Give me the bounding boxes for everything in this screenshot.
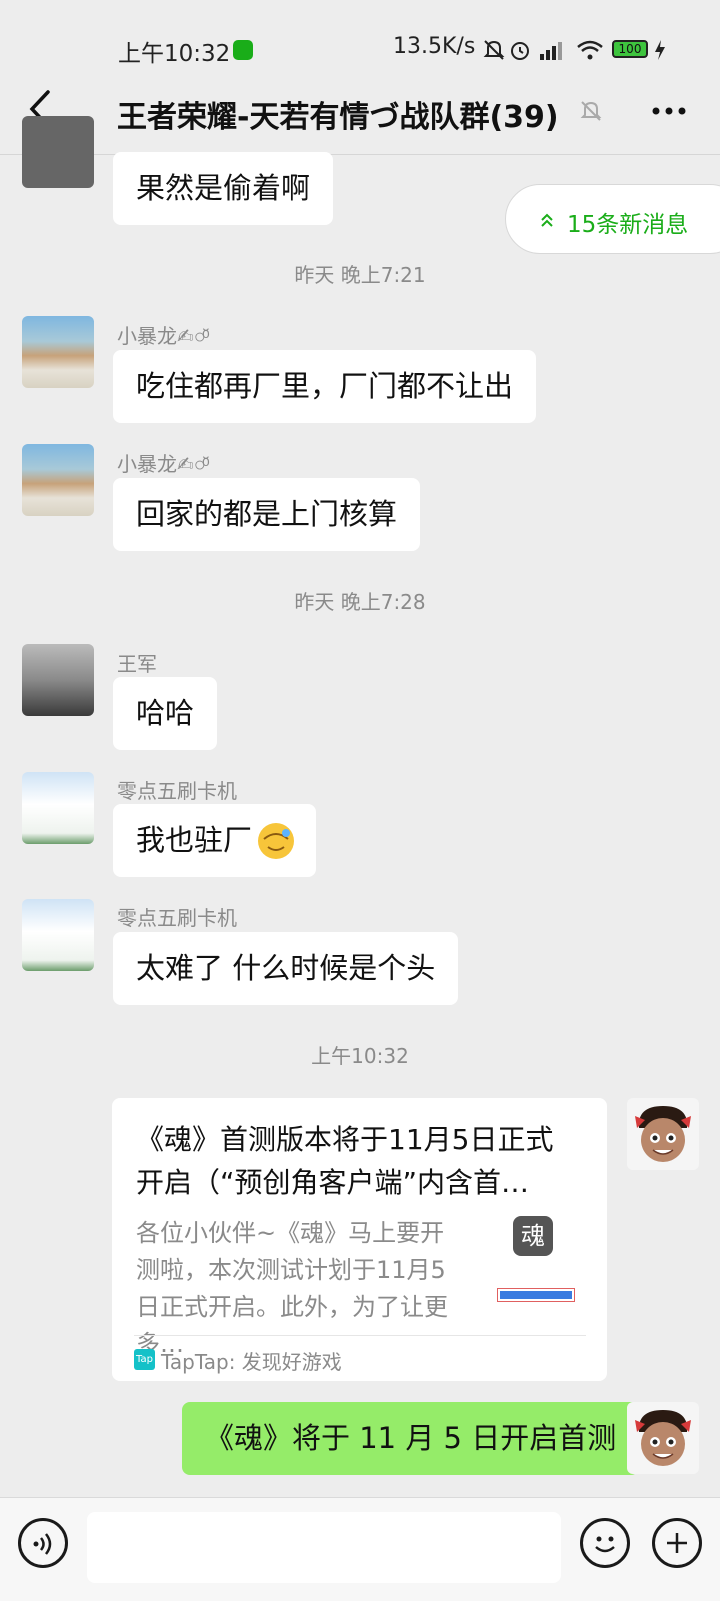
link-card-thumbnail: 魂 xyxy=(489,1216,579,1308)
thumbnail-button-outline xyxy=(497,1288,575,1302)
link-card-source: TapTap: 发现好游戏 xyxy=(161,1350,342,1374)
message-bubble[interactable]: 果然是偷着啊 xyxy=(113,152,334,225)
plus-button[interactable] xyxy=(652,1518,702,1568)
input-bar xyxy=(0,1497,720,1601)
message-bubble[interactable]: 吃住都再厂里，厂门都不让出 xyxy=(113,350,537,423)
avatar[interactable] xyxy=(627,1098,699,1170)
battery-icon: 100 xyxy=(612,40,648,58)
link-card-description: 各位小伙伴~《魂》马上要开测啦，本次测试计划于11月5日正式开启。此外，为了让更… xyxy=(136,1219,448,1358)
emoji-icon xyxy=(595,1536,615,1553)
header-divider xyxy=(0,154,720,155)
wifi-icon xyxy=(577,40,603,60)
avatar[interactable] xyxy=(22,444,94,516)
sender-name: 零点五刷卡机 xyxy=(117,906,237,930)
message-text: 我也驻厂 xyxy=(136,823,253,857)
taptap-logo-icon: Tap xyxy=(134,1349,155,1370)
avatar[interactable] xyxy=(627,1402,699,1474)
sender-name: 小暴龙✍○ͦ̆ xyxy=(117,324,206,348)
timestamp: 上午10:32 xyxy=(311,1044,409,1068)
avatar[interactable] xyxy=(22,644,94,716)
emoji-button[interactable] xyxy=(580,1518,630,1568)
plus-icon xyxy=(667,1533,687,1553)
network-speed: 13.5K/s xyxy=(393,34,476,59)
sender-name: 零点五刷卡机 xyxy=(117,779,237,803)
status-time: 上午10:32 xyxy=(118,41,231,67)
voice-button[interactable] xyxy=(18,1518,68,1568)
signal-icon xyxy=(540,42,562,60)
voice-icon xyxy=(33,1533,52,1555)
chat-header: 王者荣耀-天若有情づ战队群(39) xyxy=(0,64,720,154)
link-card[interactable]: 《魂》首测版本将于11月5日正式开启（“预创角客户端”内含首… 各位小伙伴~《魂… xyxy=(112,1098,607,1381)
timestamp: 昨天 晚上7:28 xyxy=(294,590,426,614)
sender-name: 王军 xyxy=(117,652,157,676)
message-bubble[interactable]: 《魂》将于 11 月 5 日开启首测 xyxy=(182,1402,640,1475)
message-bubble[interactable]: 回家的都是上门核算 xyxy=(113,478,421,551)
more-icon[interactable] xyxy=(650,98,690,124)
double-chevron-up-icon xyxy=(541,213,553,227)
message-bubble[interactable]: 太难了 什么时候是个头 xyxy=(113,932,459,1005)
alarm-icon xyxy=(511,42,529,60)
charging-icon xyxy=(655,40,665,60)
new-messages-label: 15条新消息 xyxy=(567,212,689,238)
message-bubble[interactable]: 哈哈 xyxy=(113,677,218,750)
mute-bell-icon xyxy=(580,101,602,121)
mute-icon xyxy=(483,40,505,60)
chat-title: 王者荣耀-天若有情づ战队群(39) xyxy=(117,100,559,135)
timestamp: 昨天 晚上7:21 xyxy=(294,263,426,287)
sender-name: 小暴龙✍○ͦ̆ xyxy=(117,452,206,476)
message-bubble[interactable]: 我也驻厂 xyxy=(113,804,317,877)
avatar[interactable] xyxy=(22,316,94,388)
avatar[interactable] xyxy=(22,772,94,844)
message-input[interactable] xyxy=(87,1512,561,1583)
new-messages-button[interactable]: 15条新消息 xyxy=(505,184,720,254)
facepalm-emoji-icon xyxy=(258,823,295,859)
avatar[interactable] xyxy=(22,899,94,971)
game-logo-icon: 魂 xyxy=(513,1216,553,1256)
link-card-title: 《魂》首测版本将于11月5日正式开启（“预创角客户端”内含首… xyxy=(136,1123,554,1199)
link-card-divider xyxy=(134,1335,586,1336)
shield-icon xyxy=(233,40,253,60)
avatar[interactable] xyxy=(22,116,94,188)
